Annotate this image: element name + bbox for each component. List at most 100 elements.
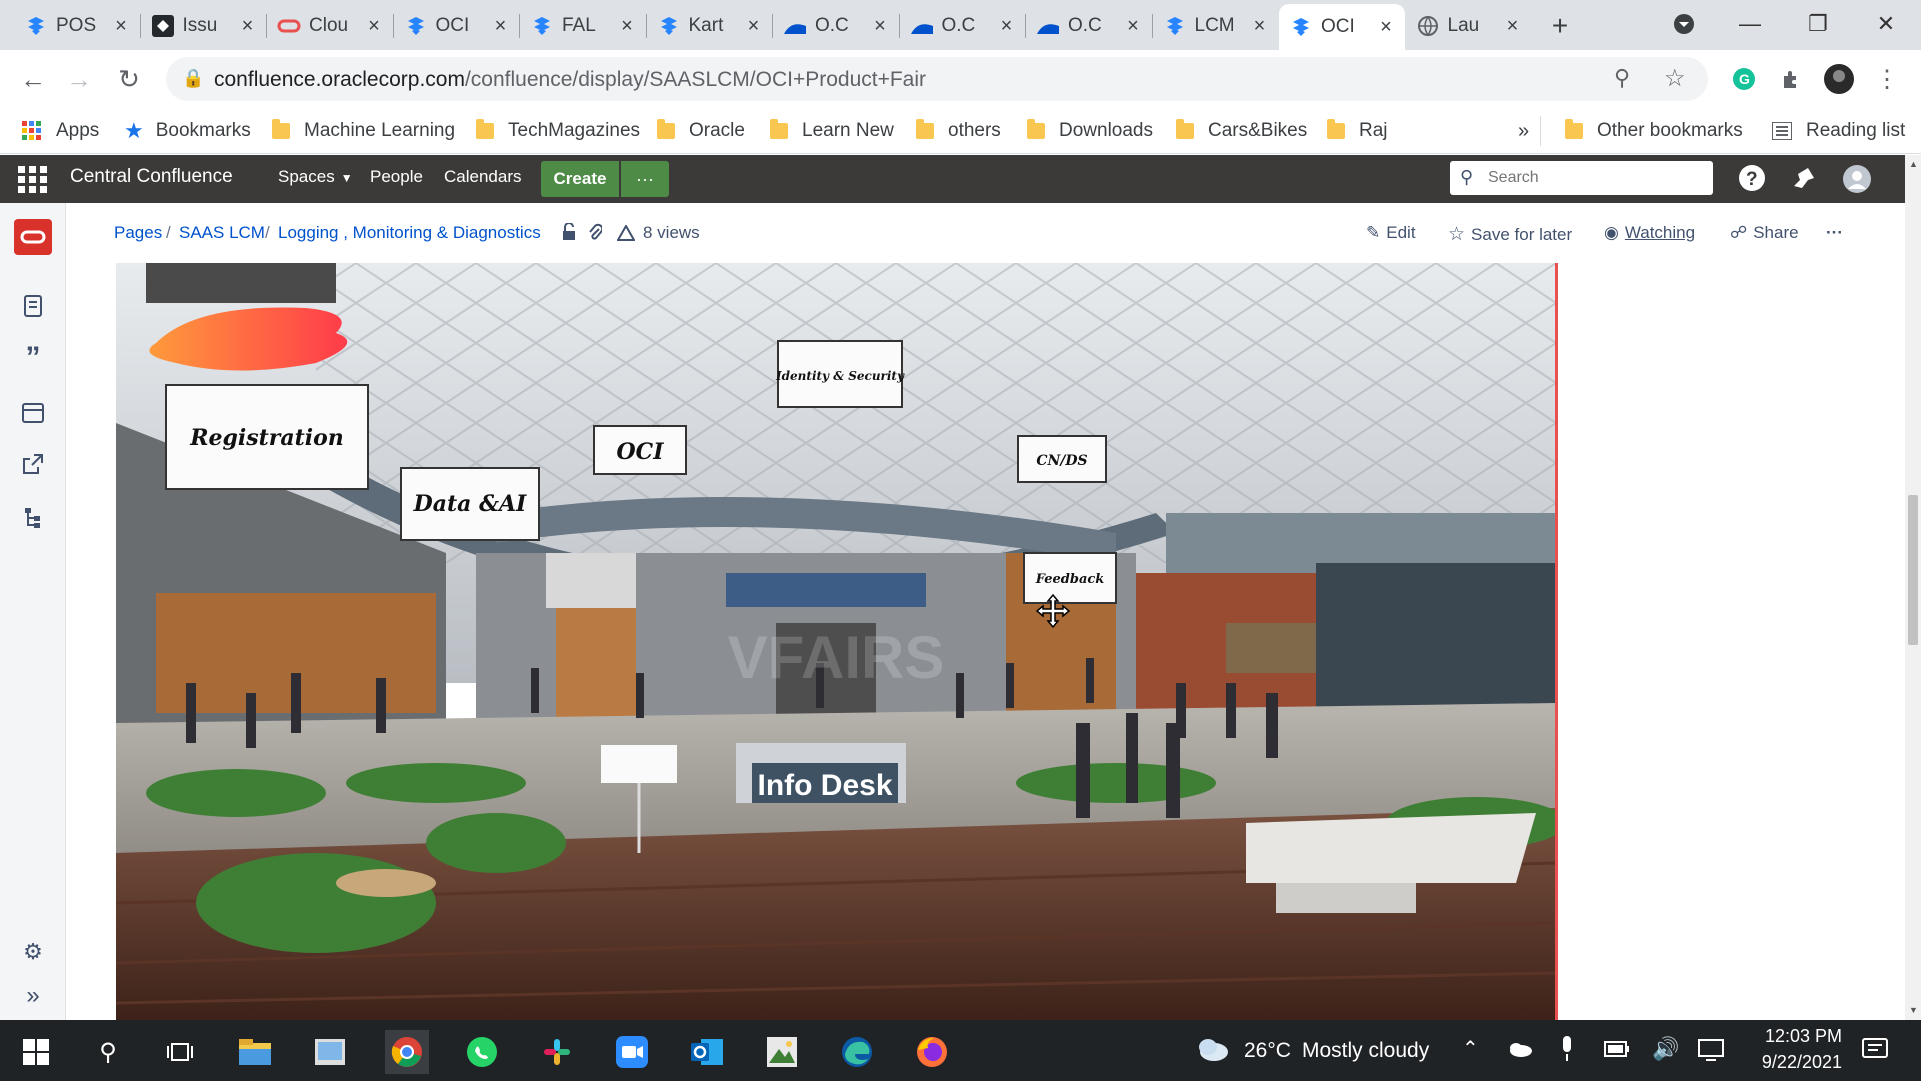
tab-close-icon[interactable]: ×	[1124, 15, 1142, 38]
breadcrumb-pages[interactable]: Pages	[114, 223, 162, 243]
cloud-weather-icon[interactable]	[1196, 1034, 1230, 1067]
oracle-space-logo[interactable]	[14, 219, 52, 255]
create-more-button[interactable]: ···	[621, 161, 669, 197]
tab-close-icon[interactable]: ×	[239, 15, 257, 38]
edge-icon[interactable]	[835, 1030, 879, 1074]
tab-close-icon[interactable]: ×	[112, 15, 130, 38]
page-tree-icon[interactable]	[20, 505, 46, 531]
tab-close-icon[interactable]: ×	[1377, 16, 1395, 39]
zoom-icon[interactable]: ⚲	[1614, 65, 1630, 91]
bookmark-others[interactable]: others	[916, 116, 1001, 146]
pages-icon[interactable]	[20, 293, 46, 319]
bookmark-other-bookmarks[interactable]: Other bookmarks	[1565, 116, 1743, 146]
edit-button[interactable]: ✎ Edit	[1366, 223, 1416, 243]
snipping-tool-icon[interactable]	[308, 1030, 352, 1074]
sign-registration[interactable]: Registration	[165, 384, 369, 490]
sign-identity-security[interactable]: Identity & Security	[775, 340, 905, 408]
browser-tab[interactable]: OCI ×	[1279, 4, 1405, 50]
onedrive-cloud-icon[interactable]	[1508, 1041, 1532, 1062]
app-switcher-icon[interactable]	[18, 166, 48, 199]
bookmark-learn-new[interactable]: Learn New	[770, 116, 894, 146]
reload-icon[interactable]: ↻	[112, 62, 146, 96]
help-icon[interactable]: ?	[1738, 164, 1766, 197]
browser-tab[interactable]: OCI ×	[394, 6, 520, 46]
notifications-icon[interactable]	[1790, 164, 1818, 197]
nav-calendars[interactable]: Calendars	[444, 167, 522, 187]
url-text[interactable]: confluence.oraclecorp.com/confluence/dis…	[214, 68, 926, 92]
bookmark-cars-bikes[interactable]: Cars&Bikes	[1176, 116, 1307, 146]
clock-time[interactable]: 12:03 PM	[1752, 1026, 1842, 1047]
virtual-fair-hall-image[interactable]: Info Desk VFAIRS Registration Data &AI O…	[116, 263, 1556, 1020]
close-window-icon[interactable]: ✕	[1866, 6, 1906, 42]
task-view-icon[interactable]	[158, 1030, 202, 1074]
browser-tab[interactable]: POS ×	[14, 6, 140, 46]
chrome-menu-icon[interactable]: ⋮	[1870, 62, 1904, 96]
omnibox[interactable]: 🔒 confluence.oraclecorp.com/confluence/d…	[166, 57, 1708, 101]
show-hidden-icons-chevron-icon[interactable]: ⌃	[1462, 1036, 1479, 1061]
zoom-app-icon[interactable]	[610, 1030, 654, 1074]
browser-tab[interactable]: Issu ×	[141, 6, 267, 46]
bookmark-apps[interactable]: Apps	[22, 116, 99, 146]
bookmark-raj[interactable]: Raj	[1327, 116, 1388, 146]
sign-data-ai[interactable]: Data &AI	[400, 467, 540, 541]
lock-icon[interactable]: 🔒	[182, 68, 204, 89]
network-icon[interactable]	[1698, 1039, 1724, 1066]
bookmark-oracle[interactable]: Oracle	[657, 116, 745, 146]
whatsapp-icon[interactable]	[460, 1030, 504, 1074]
attachment-icon[interactable]	[588, 223, 602, 241]
scroll-down-icon[interactable]: ▼	[1909, 1005, 1918, 1015]
user-avatar[interactable]	[1842, 164, 1872, 199]
scrollbar-thumb[interactable]	[1908, 495, 1918, 645]
browser-tab[interactable]: LCM ×	[1153, 6, 1279, 46]
browser-tab[interactable]: Kart ×	[647, 6, 773, 46]
search-icon[interactable]: ⚲	[86, 1030, 130, 1074]
external-link-icon[interactable]	[20, 451, 46, 477]
breadcrumb-logging[interactable]: Logging , Monitoring & Diagnostics	[278, 223, 541, 243]
tab-close-icon[interactable]: ×	[1251, 15, 1269, 38]
page-scrollbar[interactable]: ▲ ▼	[1905, 155, 1921, 1020]
page-views[interactable]: 8 views	[617, 223, 700, 243]
tab-close-icon[interactable]: ×	[618, 15, 636, 38]
tab-close-icon[interactable]: ×	[871, 15, 889, 38]
sign-feedback[interactable]: Feedback	[1023, 552, 1117, 604]
browser-tab[interactable]: O.C ×	[1026, 6, 1152, 46]
browser-tab[interactable]: Lau ×	[1406, 6, 1532, 46]
reading-list-button[interactable]: Reading list	[1772, 116, 1905, 146]
nav-spaces[interactable]: Spaces ▼	[278, 167, 353, 187]
slack-icon[interactable]	[535, 1030, 579, 1074]
volume-icon[interactable]: 🔊	[1652, 1036, 1679, 1062]
settings-gear-icon[interactable]: ⚙	[20, 939, 46, 965]
excel-photo-icon[interactable]	[760, 1030, 804, 1074]
watching-button[interactable]: ◉ Watching	[1604, 223, 1695, 243]
nav-people[interactable]: People	[370, 167, 423, 187]
tab-search-icon[interactable]	[1664, 6, 1704, 42]
bookmark-downloads[interactable]: Downloads	[1027, 116, 1153, 146]
forward-icon[interactable]: →	[62, 62, 96, 96]
microphone-icon[interactable]	[1560, 1036, 1574, 1067]
browser-tab[interactable]: O.C ×	[773, 6, 899, 46]
tab-close-icon[interactable]: ×	[745, 15, 763, 38]
weather-temperature[interactable]: 26°C	[1244, 1039, 1291, 1063]
chrome-taskbar-icon[interactable]	[385, 1030, 429, 1074]
bookmark-machine-learning[interactable]: Machine Learning	[272, 116, 455, 146]
save-for-later-button[interactable]: ☆ Save for later	[1448, 223, 1572, 246]
new-tab-button[interactable]: +	[1535, 6, 1585, 46]
confluence-brand[interactable]: Central Confluence	[70, 166, 233, 188]
firefox-icon[interactable]	[910, 1030, 954, 1074]
calendar-icon[interactable]	[20, 399, 46, 425]
restore-icon[interactable]: ❐	[1798, 6, 1838, 42]
battery-icon[interactable]	[1604, 1041, 1630, 1062]
outlook-icon[interactable]	[685, 1030, 729, 1074]
blog-quote-icon[interactable]: ”	[20, 341, 46, 374]
create-button[interactable]: Create	[541, 161, 619, 197]
notification-center-icon[interactable]	[1862, 1038, 1888, 1067]
tab-close-icon[interactable]: ×	[1504, 15, 1522, 38]
minimize-icon[interactable]: —	[1730, 6, 1770, 42]
share-button[interactable]: ☍ Share	[1730, 223, 1799, 243]
page-more-button[interactable]: ···	[1826, 223, 1843, 243]
search-input[interactable]	[1450, 161, 1713, 195]
scroll-up-icon[interactable]: ▲	[1909, 159, 1918, 169]
profile-avatar[interactable]	[1822, 62, 1856, 96]
bookmark-techmagazines[interactable]: TechMagazines	[476, 116, 640, 146]
browser-tab[interactable]: Clou ×	[267, 6, 393, 46]
